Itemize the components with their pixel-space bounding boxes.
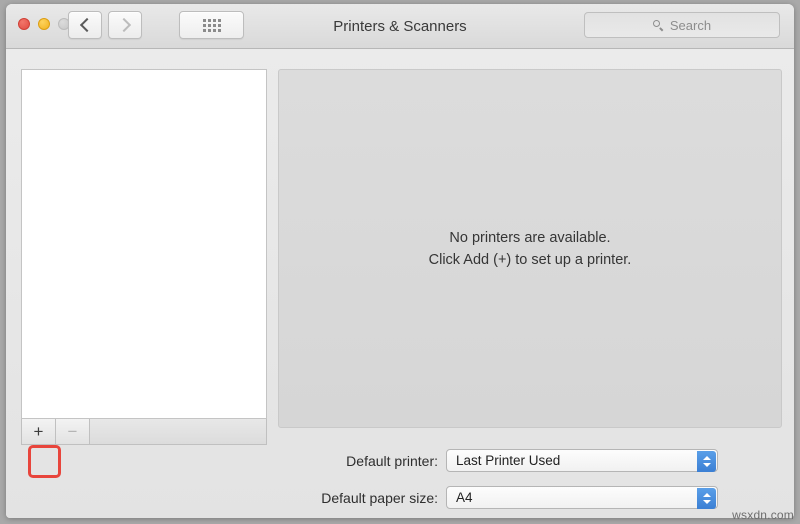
stepper-icon[interactable]	[697, 488, 716, 509]
empty-state-line-2: Click Add (+) to set up a printer.	[428, 251, 632, 268]
window-toolbar: Printers & Scanners Search	[6, 4, 794, 49]
system-preferences-window: Printers & Scanners Search + − No printe…	[6, 4, 794, 518]
add-printer-button[interactable]: +	[22, 419, 56, 444]
stepper-icon[interactable]	[697, 451, 716, 472]
printer-detail-panel: No printers are available. Click Add (+)…	[278, 69, 782, 428]
printer-list-toolbar-filler	[90, 419, 266, 444]
default-printer-value: Last Printer Used	[456, 453, 561, 468]
default-paper-size-value: A4	[456, 490, 473, 505]
default-paper-size-row: Default paper size: A4	[6, 486, 746, 509]
search-icon	[652, 19, 664, 31]
remove-printer-button: −	[56, 419, 90, 444]
search-input[interactable]: Search	[584, 12, 780, 38]
printer-list[interactable]	[21, 69, 267, 419]
window-content: + − No printers are available. Click Add…	[6, 49, 794, 518]
default-printer-select[interactable]: Last Printer Used	[446, 449, 718, 472]
default-printer-label: Default printer:	[346, 452, 438, 469]
default-paper-size-label: Default paper size:	[321, 489, 438, 506]
printer-list-toolbar: + −	[21, 419, 267, 445]
empty-state-line-1: No printers are available.	[449, 229, 611, 246]
watermark: wsxdn.com	[732, 508, 794, 522]
search-placeholder: Search	[669, 17, 712, 33]
default-paper-size-select[interactable]: A4	[446, 486, 718, 509]
default-printer-row: Default printer: Last Printer Used	[6, 449, 746, 472]
